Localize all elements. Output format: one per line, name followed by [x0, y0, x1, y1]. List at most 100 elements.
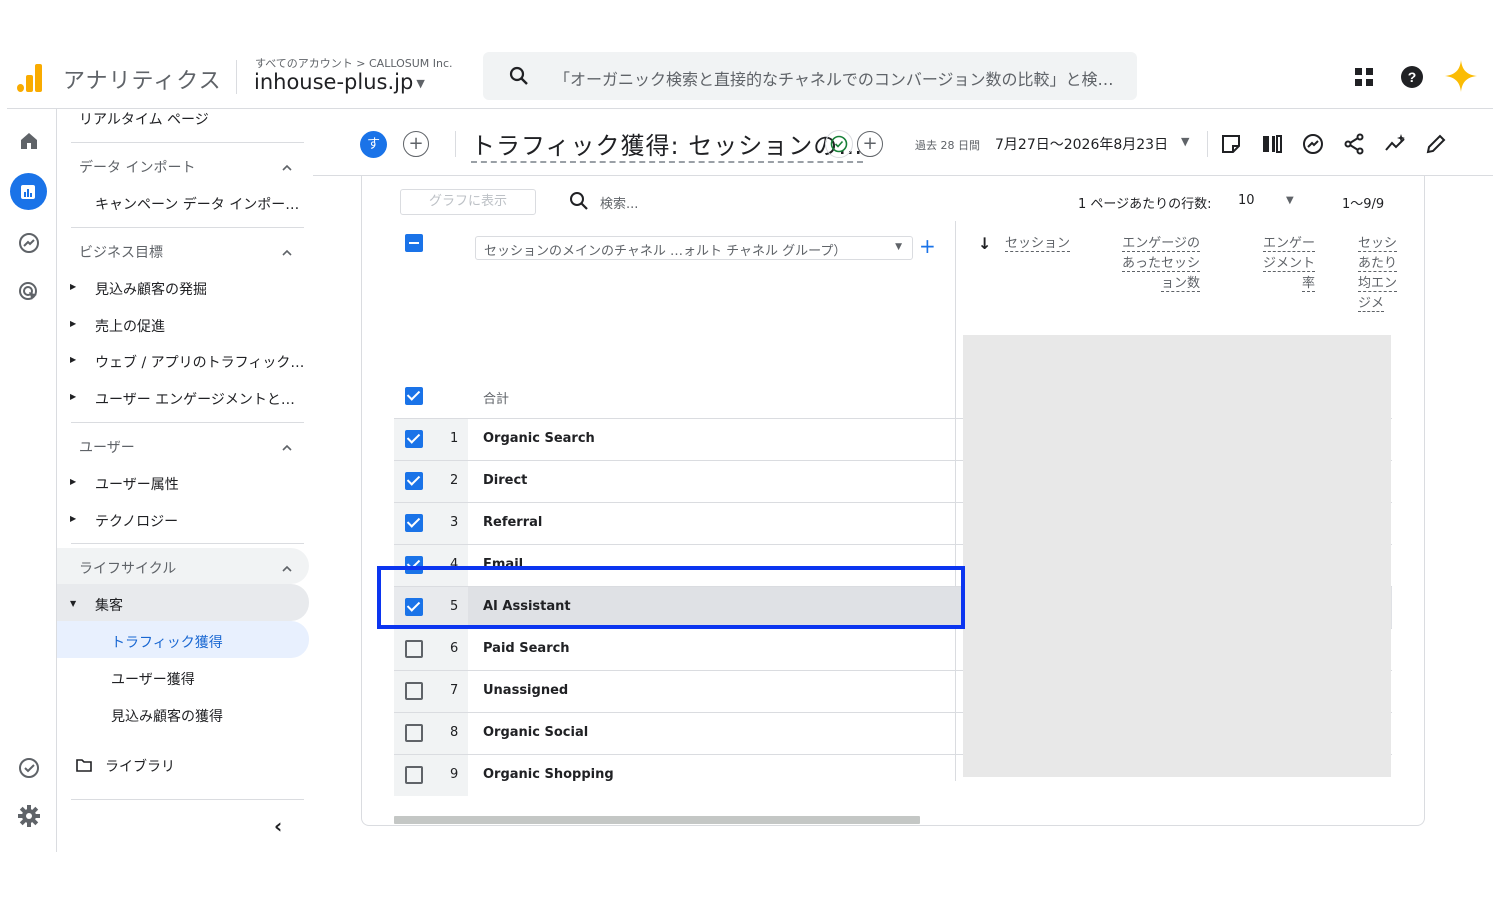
collapse-arrow-icon[interactable]: ▼	[70, 599, 76, 608]
advertising-icon[interactable]	[16, 279, 42, 305]
chevron-up-icon[interactable]	[279, 440, 295, 456]
nav-item-demographics[interactable]: ユーザー属性	[95, 474, 179, 494]
nav-item-lead-acquisition[interactable]: 見込み顧客の獲得	[111, 706, 223, 726]
search-bar[interactable]: 「オーガニック検索と直接的なチャネルでのコンバージョン数の比較」と検…	[483, 52, 1137, 100]
row-number: 8	[450, 725, 459, 740]
date-range-picker[interactable]: 7月27日～2026年8月23日	[995, 134, 1168, 154]
row-checkbox[interactable]	[405, 640, 423, 658]
row-checkbox[interactable]	[405, 766, 423, 784]
insights-icon[interactable]	[1301, 132, 1325, 156]
property-name: inhouse-plus.jp	[254, 70, 414, 94]
annotation-note-icon[interactable]	[1219, 132, 1243, 156]
settings-gear-icon[interactable]	[16, 803, 42, 829]
row-checkbox[interactable]	[405, 430, 423, 448]
metric-header-line: ジメント	[1262, 256, 1315, 272]
chevron-down-icon[interactable]: ▼	[1286, 195, 1294, 206]
comparison-avatar[interactable]: す	[360, 131, 387, 158]
chevron-down-icon[interactable]: ▼	[1181, 135, 1189, 148]
nav-section-lifecycle[interactable]: ライフサイクル	[79, 558, 176, 578]
total-label: 合計	[483, 392, 510, 407]
add-comparison-button[interactable]: +	[403, 131, 429, 157]
nav-section-business[interactable]: ビジネス目標	[79, 242, 163, 262]
nav-item-acquisition[interactable]: 集客	[95, 595, 123, 615]
metric-header-avg-engagement[interactable]: セッシ あたり 均エン ジメ	[1358, 234, 1398, 314]
nav-section-user[interactable]: ユーザー	[79, 437, 135, 457]
expand-arrow-icon[interactable]: ▶	[70, 355, 76, 364]
row-checkbox[interactable]	[405, 682, 423, 700]
row-number: 6	[450, 641, 459, 656]
nav-item-web-traffic[interactable]: ウェブ / アプリのトラフィック…	[95, 352, 304, 372]
row-checkbox[interactable]	[405, 472, 423, 490]
metric-header-line: ョン数	[1160, 276, 1200, 292]
property-selector[interactable]: inhouse-plus.jp ▼	[254, 70, 425, 94]
compare-columns-icon[interactable]	[1260, 132, 1284, 156]
nav-divider	[71, 142, 304, 143]
row-number: 7	[450, 683, 459, 698]
nav-item-user-acquisition[interactable]: ユーザー獲得	[111, 669, 195, 689]
collapse-nav-button[interactable]: ‹	[274, 814, 282, 838]
horizontal-scrollbar[interactable]	[394, 816, 920, 824]
expand-arrow-icon[interactable]: ▶	[70, 319, 76, 328]
chevron-down-icon: ▼	[416, 76, 425, 90]
select-all-checkbox[interactable]	[405, 234, 423, 252]
rows-per-page-select[interactable]: 10	[1238, 193, 1255, 208]
metric-header-engagement-rate[interactable]: エンゲー ジメント 率	[1247, 234, 1315, 294]
chevron-up-icon[interactable]	[279, 160, 295, 176]
check-status-button[interactable]	[825, 130, 853, 158]
add-filter-button[interactable]: +	[857, 131, 883, 157]
row-channel-label: Organic Shopping	[483, 767, 614, 782]
metric-header-sessions[interactable]: セッション	[998, 234, 1070, 254]
toolbar-divider	[455, 131, 456, 157]
nav-item-library[interactable]: ライブラリ	[105, 756, 175, 776]
dimension-label: セッションのメインのチャネル …ォルト チャネル グループ）	[484, 244, 847, 259]
toolbar-divider	[1207, 131, 1208, 157]
nav-item-campaign-import[interactable]: キャンペーン データ インポー…	[95, 194, 299, 214]
analytics-window: アナリティクス すべてのアカウント > CALLOSUM Inc. inhous…	[7, 52, 1493, 852]
total-checkbox[interactable]	[405, 387, 423, 405]
expand-arrow-icon[interactable]: ▶	[70, 282, 76, 291]
plot-rows-button[interactable]: グラフに表示	[400, 189, 536, 215]
rows-per-page-label: 1 ページあたりの行数:	[1078, 197, 1212, 212]
nav-section-data-import[interactable]: データ インポート	[79, 157, 195, 177]
nav-item-traffic-acquisition[interactable]: トラフィック獲得	[111, 632, 223, 652]
nav-item-lead-generation[interactable]: 見込み顧客の発掘	[95, 279, 207, 299]
row-channel-label: Direct	[483, 473, 528, 488]
nav-item-technology[interactable]: テクノロジー	[95, 511, 178, 531]
edit-pencil-icon[interactable]	[1424, 132, 1448, 156]
top-app-bar: アナリティクス すべてのアカウント > CALLOSUM Inc. inhous…	[7, 52, 1493, 109]
report-table-card: グラフに表示 検索... 1 ページあたりの行数: 10 ▼ 1～9/9 セッシ…	[361, 176, 1425, 826]
search-icon	[509, 66, 528, 85]
help-icon[interactable]: ?	[1399, 64, 1425, 90]
row-checkbox[interactable]	[405, 724, 423, 742]
insights-sparkle-icon[interactable]	[1383, 132, 1407, 156]
expand-arrow-icon[interactable]: ▶	[70, 392, 76, 401]
share-icon[interactable]	[1342, 132, 1366, 156]
reports-icon[interactable]	[15, 179, 41, 205]
report-title[interactable]: トラフィック獲得: セッションの…	[471, 126, 864, 163]
nav-item-sales[interactable]: 売上の促進	[95, 316, 165, 336]
explore-icon[interactable]	[16, 230, 42, 256]
dimension-selector[interactable]: セッションのメインのチャネル …ォルト チャネル グループ） ▼	[475, 236, 913, 260]
account-breadcrumb[interactable]: すべてのアカウント > CALLOSUM Inc.	[255, 55, 453, 71]
check-circle-icon	[830, 135, 848, 153]
row-channel-label: Unassigned	[483, 683, 569, 698]
row-number: 9	[450, 767, 459, 782]
analytics-logo-icon[interactable]	[15, 62, 45, 92]
expand-arrow-icon[interactable]: ▶	[70, 477, 76, 486]
gemini-sparkle-icon[interactable]	[1443, 58, 1479, 94]
metric-header-engaged-sessions[interactable]: エンゲージの あったセッシ ョン数	[1108, 234, 1200, 294]
admin-check-icon[interactable]	[16, 755, 42, 781]
table-search-input[interactable]: 検索...	[600, 193, 638, 212]
date-preset-label: 過去 28 日間	[915, 139, 980, 152]
add-dimension-button[interactable]: +	[919, 234, 936, 258]
sort-descending-icon[interactable]: ↓	[978, 234, 991, 253]
apps-grid-icon[interactable]	[1351, 64, 1377, 90]
home-icon[interactable]	[16, 128, 42, 154]
chevron-up-icon[interactable]	[279, 245, 295, 261]
nav-item-user-engagement[interactable]: ユーザー エンゲージメントと…	[95, 389, 295, 409]
chevron-up-icon[interactable]	[279, 561, 295, 577]
expand-arrow-icon[interactable]: ▶	[70, 514, 76, 523]
row-checkbox[interactable]	[405, 514, 423, 532]
folder-icon	[76, 759, 92, 772]
nav-item-realtime[interactable]: リアルタイム ページ	[79, 109, 209, 129]
